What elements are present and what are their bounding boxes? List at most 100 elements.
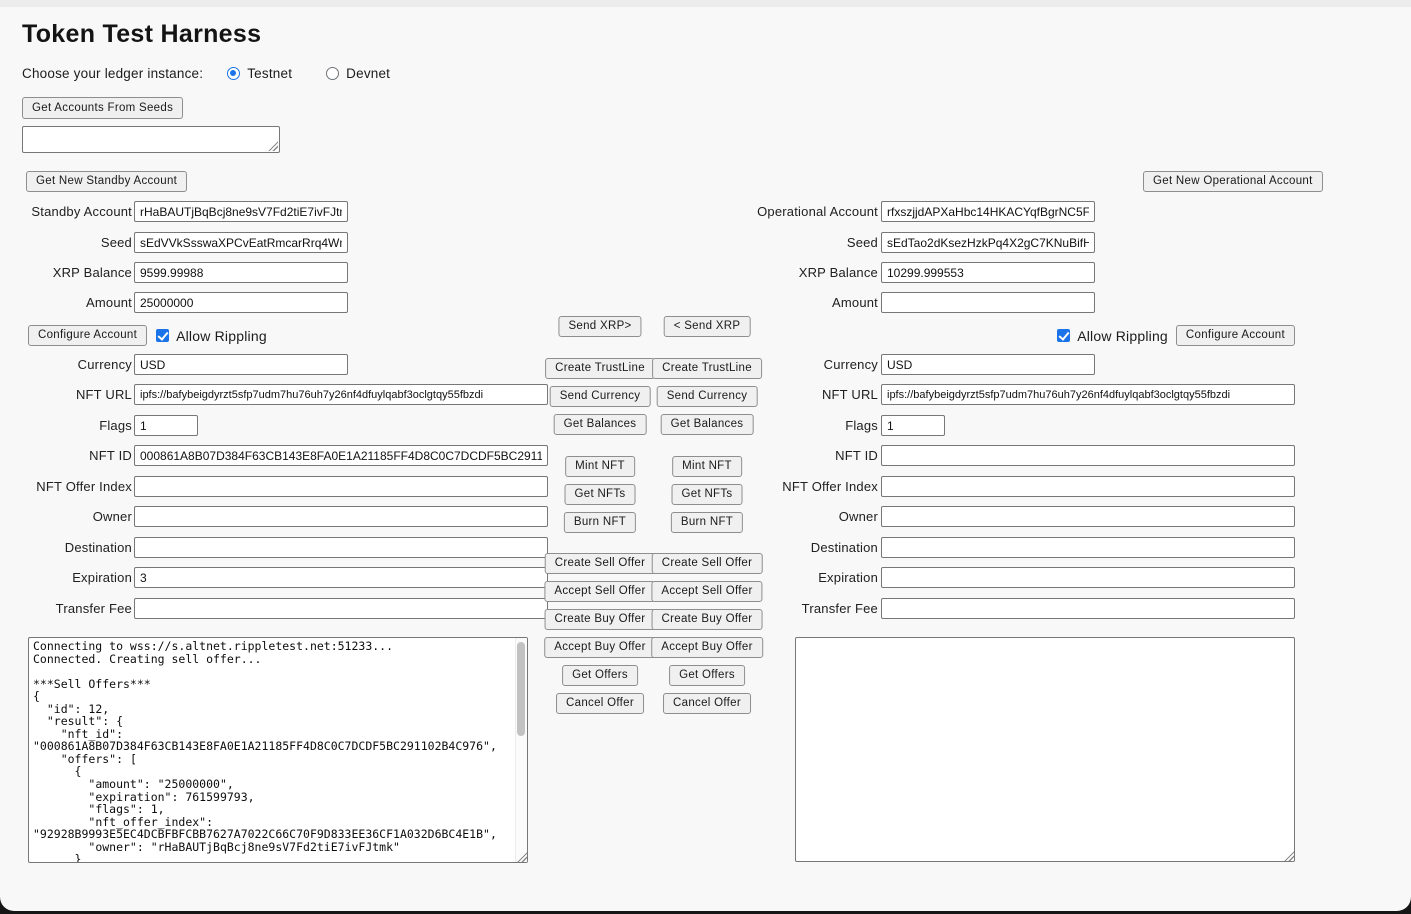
standby-accept-sell-offer-button[interactable]: Accept Sell Offer	[544, 581, 655, 602]
devnet-radio-label: Devnet	[346, 66, 390, 81]
standby-nft-id-row: NFT ID	[2, 445, 549, 467]
standby-destination-row: Destination	[2, 537, 549, 559]
operational-owner-input[interactable]	[881, 506, 1295, 527]
standby-burn-nft-button[interactable]: Burn NFT	[564, 512, 636, 533]
operational-configure-row: Allow Rippling Configure Account	[733, 325, 1295, 346]
operational-destination-input[interactable]	[881, 537, 1295, 558]
operational-allow-rippling-label: Allow Rippling	[1077, 328, 1168, 344]
standby-balance-row: XRP Balance	[2, 262, 549, 284]
standby-balance-label: XRP Balance	[2, 262, 132, 284]
operational-flags-input[interactable]	[881, 415, 945, 436]
standby-expiration-input[interactable]	[134, 567, 548, 588]
standby-flags-label: Flags	[2, 415, 132, 437]
resize-handle-icon[interactable]	[516, 851, 527, 862]
standby-nft-id-label: NFT ID	[2, 445, 132, 467]
operational-get-nfts-button[interactable]: Get NFTs	[672, 484, 743, 505]
operational-transfer-fee-label: Transfer Fee	[733, 598, 878, 620]
operational-expiration-input[interactable]	[881, 567, 1295, 588]
page-title: Token Test Harness	[22, 20, 261, 49]
standby-nft-offer-index-input[interactable]	[134, 476, 548, 497]
operational-balance-row: XRP Balance	[733, 262, 1298, 284]
standby-nft-offer-index-row: NFT Offer Index	[2, 476, 549, 498]
operational-nft-url-input[interactable]	[881, 384, 1295, 405]
standby-get-offers-button[interactable]: Get Offers	[562, 665, 638, 686]
operational-owner-label: Owner	[733, 506, 878, 528]
operational-nft-id-input[interactable]	[881, 445, 1295, 466]
resize-handle-icon[interactable]	[267, 140, 278, 151]
standby-amount-input[interactable]	[134, 292, 348, 313]
operational-results-textarea[interactable]	[795, 637, 1295, 862]
ledger-instance-row: Choose your ledger instance: Testnet Dev…	[22, 64, 424, 82]
standby-destination-input[interactable]	[134, 537, 548, 558]
get-new-operational-account-button[interactable]: Get New Operational Account	[1143, 171, 1323, 192]
operational-get-offers-button[interactable]: Get Offers	[669, 665, 745, 686]
standby-account-input[interactable]	[134, 201, 348, 222]
standby-mint-nft-button[interactable]: Mint NFT	[565, 456, 635, 477]
operational-nft-url-label: NFT URL	[733, 384, 878, 406]
operational-flags-label: Flags	[733, 415, 878, 437]
operational-destination-label: Destination	[733, 537, 878, 559]
standby-transfer-fee-label: Transfer Fee	[2, 598, 132, 620]
operational-allow-rippling-checkbox[interactable]	[1057, 329, 1070, 342]
standby-currency-row: Currency	[2, 354, 549, 376]
standby-currency-input[interactable]	[134, 354, 348, 375]
resize-handle-icon[interactable]	[1283, 850, 1294, 861]
standby-send-xrp-button[interactable]: Send XRP>	[558, 316, 641, 337]
operational-nft-offer-index-label: NFT Offer Index	[733, 476, 878, 498]
standby-accept-buy-offer-button[interactable]: Accept Buy Offer	[544, 637, 656, 658]
standby-send-currency-button[interactable]: Send Currency	[550, 386, 651, 407]
operational-amount-input[interactable]	[881, 292, 1095, 313]
standby-cancel-offer-button[interactable]: Cancel Offer	[556, 693, 644, 714]
standby-get-balances-button[interactable]: Get Balances	[554, 414, 647, 435]
operational-transfer-fee-input[interactable]	[881, 598, 1295, 619]
standby-expiration-row: Expiration	[2, 567, 549, 589]
standby-configure-row: Configure Account Allow Rippling	[28, 325, 267, 346]
standby-create-trustline-button[interactable]: Create TrustLine	[545, 358, 655, 379]
radio-devnet[interactable]: Devnet	[326, 66, 390, 81]
operational-balance-label: XRP Balance	[733, 262, 878, 284]
operational-nft-url-row: NFT URL	[733, 384, 1298, 406]
get-new-standby-account-button[interactable]: Get New Standby Account	[26, 171, 187, 192]
standby-configure-account-button[interactable]: Configure Account	[28, 325, 147, 346]
operational-mint-nft-button[interactable]: Mint NFT	[672, 456, 742, 477]
standby-owner-label: Owner	[2, 506, 132, 528]
operational-configure-account-button[interactable]: Configure Account	[1176, 325, 1295, 346]
standby-allow-rippling-checkbox[interactable]	[156, 329, 169, 342]
standby-results-scrollbar[interactable]	[515, 638, 527, 862]
standby-get-nfts-button[interactable]: Get NFTs	[565, 484, 636, 505]
seeds-textarea[interactable]: sEdVVkSsswaXPCvEatRmcarRrq4WmJV sEdTao2d…	[22, 126, 280, 153]
standby-amount-row: Amount	[2, 292, 549, 314]
operational-account-label: Operational Account	[733, 201, 878, 223]
standby-balance-input[interactable]	[134, 262, 348, 283]
standby-create-buy-offer-button[interactable]: Create Buy Offer	[545, 609, 656, 630]
standby-owner-input[interactable]	[134, 506, 548, 527]
operational-seed-input[interactable]	[881, 232, 1095, 253]
operational-destination-row: Destination	[733, 537, 1298, 559]
get-accounts-from-seeds-button[interactable]: Get Accounts From Seeds	[22, 97, 183, 119]
testnet-radio-icon[interactable]	[227, 67, 240, 80]
standby-transfer-fee-input[interactable]	[134, 598, 548, 619]
devnet-radio-icon[interactable]	[326, 67, 339, 80]
operational-cancel-offer-button[interactable]: Cancel Offer	[663, 693, 751, 714]
standby-flags-input[interactable]	[134, 415, 198, 436]
standby-seed-input[interactable]	[134, 232, 348, 253]
standby-nft-url-input[interactable]	[134, 384, 548, 405]
scrollbar-thumb[interactable]	[517, 642, 525, 736]
standby-results-textarea[interactable]: Connecting to wss://s.altnet.rippletest.…	[28, 637, 528, 863]
radio-testnet[interactable]: Testnet	[227, 66, 292, 81]
ledger-prompt-label: Choose your ledger instance:	[22, 66, 203, 81]
operational-nft-offer-index-input[interactable]	[881, 476, 1295, 497]
standby-destination-label: Destination	[2, 537, 132, 559]
standby-flags-row: Flags	[2, 415, 549, 437]
operational-accept-buy-offer-button[interactable]: Accept Buy Offer	[651, 637, 763, 658]
operational-account-input[interactable]	[881, 201, 1095, 222]
operational-currency-input[interactable]	[881, 354, 1095, 375]
operational-balance-input[interactable]	[881, 262, 1095, 283]
operational-flags-row: Flags	[733, 415, 1298, 437]
standby-seed-label: Seed	[2, 232, 132, 254]
standby-create-sell-offer-button[interactable]: Create Sell Offer	[545, 553, 656, 574]
standby-action-buttons: Send XRP> Create TrustLine Send Currency…	[552, 0, 648, 911]
standby-seed-row: Seed	[2, 232, 549, 254]
operational-nft-id-row: NFT ID	[733, 445, 1298, 467]
standby-nft-id-input[interactable]	[134, 445, 548, 466]
